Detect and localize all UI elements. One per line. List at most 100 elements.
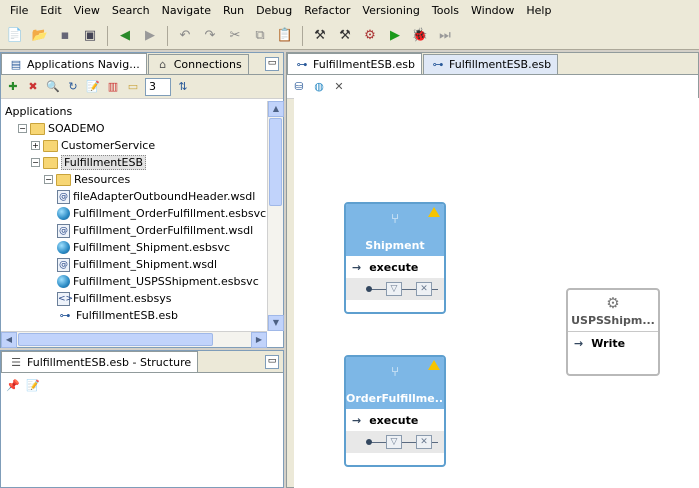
- menu-tools[interactable]: Tools: [426, 0, 465, 22]
- menu-file[interactable]: File: [4, 0, 34, 22]
- menu-debug[interactable]: Debug: [250, 0, 298, 22]
- routing-rule[interactable]: ▽ ✕: [346, 278, 444, 300]
- remove-icon[interactable]: ✖: [25, 79, 41, 95]
- scroll-up-button[interactable]: ▲: [268, 101, 284, 117]
- expand-icon[interactable]: +: [31, 141, 40, 150]
- tree-node[interactable]: @ Fulfillment_Shipment.wsdl: [57, 256, 217, 273]
- esb-design-canvas[interactable]: ⑂ Shipment → execute ▽ ✕ ⑂ OrderFulfillme…: [294, 98, 699, 488]
- chart-icon[interactable]: ▥: [105, 79, 121, 95]
- adapter-uspsshipment[interactable]: ⚙ USPSShipm... → Write: [566, 288, 660, 376]
- rebuild-icon[interactable]: ⚒: [334, 25, 356, 47]
- service-orderfulfillment[interactable]: ⑂ OrderFulfillme... → execute ▽ ✕: [344, 355, 446, 467]
- tab-connections[interactable]: ⌂ Connections: [147, 54, 249, 74]
- menu-view[interactable]: View: [68, 0, 106, 22]
- new-icon[interactable]: 📄: [4, 25, 26, 47]
- tree-node[interactable]: Fulfillment_OrderFulfillment.esbsvc: [57, 205, 266, 222]
- menu-edit[interactable]: Edit: [34, 0, 67, 22]
- redo-icon[interactable]: ↷: [199, 25, 221, 47]
- tree-node[interactable]: <> Fulfillment.esbsys: [57, 290, 172, 307]
- level-spinner[interactable]: [145, 77, 171, 96]
- tab-applications-navigator[interactable]: ▤ Applications Navig...: [1, 53, 147, 74]
- tab-editor-fulfillmentesb-2[interactable]: ⊶ FulfillmentESB.esb: [423, 54, 559, 74]
- run-icon[interactable]: ▶: [384, 25, 406, 47]
- collapse-icon[interactable]: −: [18, 124, 27, 133]
- service-header: ⑂ OrderFulfillme...: [346, 357, 444, 409]
- properties-icon[interactable]: 📝: [25, 377, 41, 393]
- applications-navigator-panel: ▤ Applications Navig... ⌂ Connections ▭ …: [0, 52, 284, 348]
- menu-help[interactable]: Help: [520, 0, 557, 22]
- vertical-scrollbar[interactable]: ▲ ▼: [267, 101, 284, 331]
- routing-rule[interactable]: ▽ ✕: [346, 431, 444, 453]
- operation-execute[interactable]: → execute: [346, 256, 444, 278]
- horizontal-scrollbar[interactable]: ◀ ▶: [1, 331, 267, 348]
- build-icon[interactable]: ⚒: [309, 25, 331, 47]
- properties-icon[interactable]: 📝: [85, 79, 101, 95]
- operation-write[interactable]: → Write: [568, 332, 658, 354]
- menu-refactor[interactable]: Refactor: [298, 0, 356, 22]
- add-icon[interactable]: ✚: [5, 79, 21, 95]
- database-icon[interactable]: ⛁: [291, 79, 307, 95]
- delete-icon[interactable]: ✕: [331, 79, 347, 95]
- refresh-icon[interactable]: ↻: [65, 79, 81, 95]
- scroll-left-button[interactable]: ◀: [1, 332, 17, 348]
- scroll-thumb[interactable]: [18, 333, 213, 346]
- open-icon[interactable]: 📂: [29, 25, 51, 47]
- service-shipment[interactable]: ⑂ Shipment → execute ▽ ✕: [344, 202, 446, 314]
- scroll-thumb[interactable]: [269, 118, 282, 206]
- tab-structure[interactable]: ☰ FulfillmentESB.esb - Structure: [1, 351, 199, 372]
- search-icon[interactable]: 🔍: [45, 79, 61, 95]
- tree-node[interactable]: ⊶ FulfillmentESB.esb: [57, 307, 179, 324]
- scroll-down-button[interactable]: ▼: [268, 315, 284, 331]
- collapse-icon[interactable]: −: [31, 158, 40, 167]
- menu-versioning[interactable]: Versioning: [356, 0, 425, 22]
- tree-node[interactable]: Fulfillment_Shipment.esbsvc: [57, 239, 230, 256]
- filter-icon[interactable]: ▽: [386, 435, 402, 449]
- deploy-icon[interactable]: ⚙: [359, 25, 381, 47]
- transform-icon[interactable]: ✕: [416, 435, 432, 449]
- service-title: Shipment: [365, 239, 425, 252]
- tab-label: FulfillmentESB.esb: [449, 58, 552, 71]
- collapse-icon[interactable]: −: [44, 175, 53, 184]
- toolbar-divider: [302, 25, 303, 46]
- menu-search[interactable]: Search: [106, 0, 156, 22]
- debug-icon[interactable]: 🐞: [409, 25, 431, 47]
- tab-editor-fulfillmentesb[interactable]: ⊶ FulfillmentESB.esb: [287, 53, 423, 74]
- operation-execute[interactable]: → execute: [346, 409, 444, 431]
- structure-panel: ☰ FulfillmentESB.esb - Structure ▭ 📌 📝: [0, 350, 284, 488]
- tab-label: Connections: [173, 58, 242, 71]
- minimize-button[interactable]: ▭: [265, 57, 279, 71]
- minimize-button[interactable]: ▭: [265, 355, 279, 369]
- globe-icon[interactable]: ◍: [311, 79, 327, 95]
- undo-icon[interactable]: ↶: [174, 25, 196, 47]
- editor-tabs: ⊶ FulfillmentESB.esb ⊶ FulfillmentESB.es…: [287, 53, 698, 75]
- save-all-icon[interactable]: ▣: [79, 25, 101, 47]
- tree-node[interactable]: − SOADEMO: [18, 120, 105, 137]
- copy-icon[interactable]: ⧉: [249, 25, 271, 47]
- paste-icon[interactable]: 📋: [274, 25, 296, 47]
- operation-label: execute: [369, 413, 419, 427]
- transform-icon[interactable]: ✕: [416, 282, 432, 296]
- tree-node-label: Fulfillment_Shipment.wsdl: [73, 258, 218, 271]
- pin-icon[interactable]: 📌: [5, 377, 21, 393]
- tree-node[interactable]: + CustomerService: [31, 137, 155, 154]
- tree-node[interactable]: @ Fulfillment_OrderFulfillment.wsdl: [57, 222, 253, 239]
- tree-node-label: FulfillmentESB.esb: [76, 309, 179, 322]
- save-icon[interactable]: ▪: [54, 25, 76, 47]
- tree-node[interactable]: − Resources: [44, 171, 130, 188]
- cut-icon[interactable]: ✂: [224, 25, 246, 47]
- tree-node[interactable]: Fulfillment_USPSShipment.esbsvc: [57, 273, 259, 290]
- step-icon[interactable]: ⏭: [434, 25, 456, 47]
- menu-window[interactable]: Window: [465, 0, 520, 22]
- tree-node[interactable]: Applications: [5, 103, 72, 120]
- tree-node[interactable]: − FulfillmentESB: [31, 154, 147, 171]
- sort-icon[interactable]: ⇅: [175, 79, 191, 95]
- scroll-right-button[interactable]: ▶: [251, 332, 267, 348]
- operation-label: execute: [369, 260, 419, 274]
- folder-icon[interactable]: ▭: [125, 79, 141, 95]
- forward-icon[interactable]: ▶: [139, 25, 161, 47]
- back-icon[interactable]: ◀: [114, 25, 136, 47]
- tree-node[interactable]: @ fileAdapterOutboundHeader.wsdl: [57, 188, 255, 205]
- menu-navigate[interactable]: Navigate: [156, 0, 217, 22]
- filter-icon[interactable]: ▽: [386, 282, 402, 296]
- menu-run[interactable]: Run: [217, 0, 250, 22]
